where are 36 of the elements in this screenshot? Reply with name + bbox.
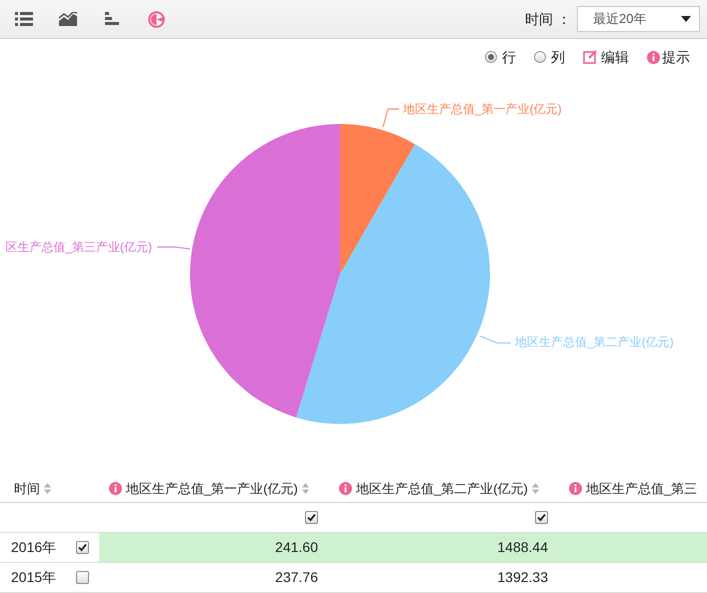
slice-label: 地区生产总值_第二产业(亿元) xyxy=(515,335,674,349)
leader-line xyxy=(480,336,512,344)
radio-button[interactable] xyxy=(534,51,546,63)
area-chart-icon[interactable] xyxy=(59,12,77,26)
pie-chart-icon[interactable] xyxy=(148,10,164,28)
checkbox[interactable] xyxy=(76,571,89,584)
radio-button[interactable] xyxy=(485,51,497,63)
colon: ： xyxy=(557,10,571,28)
bar-chart-icon[interactable] xyxy=(105,12,119,26)
caret-icon xyxy=(681,16,691,22)
leader-line xyxy=(382,108,400,128)
checkbox[interactable] xyxy=(305,511,318,524)
table-cell-text: 1488.44 xyxy=(497,538,548,557)
table-cell-text: 241.60 xyxy=(275,538,318,557)
edit-icon[interactable] xyxy=(583,50,597,64)
table-cell-text: 2016年 xyxy=(11,538,56,557)
slice-label: 地区生产总值_第一产业(亿元) xyxy=(403,102,562,116)
column-header: 地区生产总值_第三 xyxy=(586,480,698,498)
slice-label: 区生产总值_第三产业(亿元) xyxy=(5,240,152,254)
table-cell-text: 237.76 xyxy=(275,568,318,587)
checkbox[interactable] xyxy=(76,541,89,554)
table-cell-text: 1392.33 xyxy=(497,568,548,587)
radio-label: 行 xyxy=(502,48,516,66)
column-header: 地区生产总值_第二产业(亿元) xyxy=(356,480,528,498)
time-dropdown[interactable]: 最近20年 xyxy=(577,6,700,32)
leader-line xyxy=(156,246,190,250)
column-header: 地区生产总值_第一产业(亿元) xyxy=(126,480,298,498)
checkbox[interactable] xyxy=(535,511,548,524)
column-header: 时间 xyxy=(14,480,40,498)
table-cell-text: 2015年 xyxy=(11,568,56,587)
radio-label: 列 xyxy=(551,48,565,66)
edit-link[interactable]: 编辑 xyxy=(601,46,629,68)
info-icon xyxy=(647,50,660,64)
list-icon[interactable] xyxy=(15,12,33,26)
hint-link[interactable]: 提示 xyxy=(662,46,690,68)
time-label: 时间 xyxy=(525,10,553,28)
